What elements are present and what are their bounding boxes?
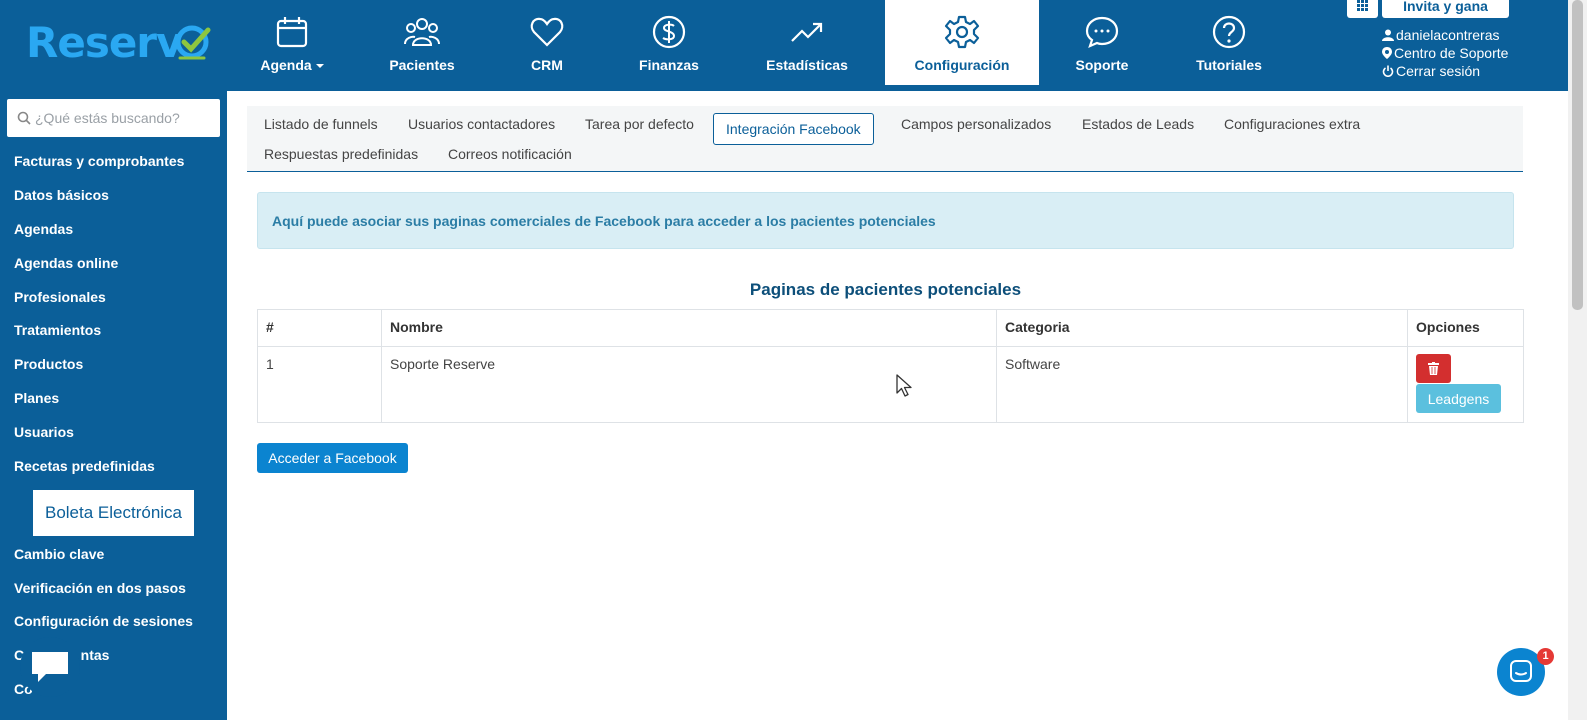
sidebar-item-cuentas-suffix: ntas bbox=[80, 647, 110, 663]
nav-finanzas-label: Finanzas bbox=[639, 57, 699, 73]
users-icon bbox=[404, 18, 440, 46]
mouse-cursor-icon bbox=[896, 374, 912, 397]
chat-widget-button[interactable] bbox=[20, 637, 80, 697]
nav-estadisticas-label: Estadísticas bbox=[766, 57, 848, 73]
table-title: Paginas de pacientes potenciales bbox=[749, 280, 1022, 299]
trend-icon bbox=[791, 22, 823, 42]
user-links: danielacontreras Centro de Soporte Cerra… bbox=[1382, 26, 1508, 80]
scrollbar-thumb[interactable] bbox=[1572, 0, 1583, 310]
top-navbar: Reserv Agenda Pacientes CRM Finanzas Est… bbox=[0, 0, 1568, 91]
tab-campos-personalizados[interactable]: Campos personalizados bbox=[901, 116, 1051, 132]
col-header-num: # bbox=[257, 309, 382, 347]
gear-icon bbox=[944, 15, 980, 49]
logo[interactable]: Reserv bbox=[26, 18, 183, 67]
col-header-nombre: Nombre bbox=[381, 309, 997, 347]
col-header-opciones: Opciones bbox=[1407, 309, 1524, 347]
sidebar-item-facturas[interactable]: Facturas y comprobantes bbox=[14, 153, 184, 169]
sidebar-item-agendas[interactable]: Agendas bbox=[14, 221, 73, 237]
nav-tutoriales[interactable]: Tutoriales bbox=[1154, 0, 1304, 85]
user-link[interactable]: danielacontreras bbox=[1382, 26, 1508, 44]
nav-tutoriales-label: Tutoriales bbox=[1196, 57, 1262, 73]
config-tabs: Listado de funnels Usuarios contactadore… bbox=[247, 106, 1523, 172]
help-icon bbox=[1212, 15, 1246, 49]
nav-configuracion-label: Configuración bbox=[914, 57, 1010, 73]
tab-correos-notificacion[interactable]: Correos notificación bbox=[448, 146, 572, 162]
facebook-access-button[interactable]: Acceder a Facebook bbox=[257, 443, 408, 473]
chat-bubble-icon bbox=[32, 652, 68, 682]
sidebar-item-tratamientos[interactable]: Tratamientos bbox=[14, 322, 101, 338]
sidebar-item-verificacion[interactable]: Verificación en dos pasos bbox=[14, 580, 186, 596]
user-icon bbox=[1382, 29, 1394, 41]
messenger-icon bbox=[1510, 660, 1532, 682]
search-input[interactable] bbox=[35, 99, 215, 137]
tab-usuarios-contactadores[interactable]: Usuarios contactadores bbox=[408, 116, 555, 132]
pages-table: # Nombre Categoria Opciones 1 Soporte Re… bbox=[257, 309, 1524, 423]
support-center-label: Centro de Soporte bbox=[1394, 45, 1509, 61]
logo-check-icon bbox=[175, 25, 211, 60]
calendar-icon bbox=[276, 17, 308, 48]
search-icon bbox=[17, 111, 31, 125]
sidebar-item-cambio-clave[interactable]: Cambio clave bbox=[14, 546, 104, 562]
sidebar-item-planes[interactable]: Planes bbox=[14, 390, 59, 406]
tab-respuestas-predefinidas[interactable]: Respuestas predefinidas bbox=[264, 146, 418, 162]
delete-button[interactable] bbox=[1416, 354, 1451, 383]
tab-integracion-facebook[interactable]: Integración Facebook bbox=[713, 113, 874, 145]
logo-text: Reserv bbox=[26, 18, 183, 67]
sidebar-search bbox=[7, 99, 220, 137]
power-icon bbox=[1382, 65, 1394, 77]
map-marker-icon bbox=[1382, 47, 1392, 59]
heart-icon bbox=[530, 17, 564, 47]
nav-agenda[interactable]: Agenda bbox=[217, 0, 367, 85]
nav-finanzas[interactable]: Finanzas bbox=[594, 0, 744, 85]
table-row: 1 Soporte Reserve Software Leadgens bbox=[257, 346, 1524, 423]
info-alert: Aquí puede asociar sus paginas comercial… bbox=[257, 192, 1514, 249]
sidebar-item-boleta-electronica[interactable]: Boleta Electrónica bbox=[33, 490, 194, 536]
cell-num: 1 bbox=[257, 346, 382, 423]
tab-listado-funnels[interactable]: Listado de funnels bbox=[264, 116, 378, 132]
col-header-categoria: Categoria bbox=[996, 309, 1408, 347]
notification-badge: 1 bbox=[1537, 648, 1554, 665]
sidebar-item-agendas-online[interactable]: Agendas online bbox=[14, 255, 118, 271]
nav-configuracion[interactable]: Configuración bbox=[885, 0, 1039, 85]
tab-estados-leads[interactable]: Estados de Leads bbox=[1082, 116, 1194, 132]
sidebar: Facturas y comprobantes Datos básicos Ag… bbox=[0, 91, 227, 720]
logout-label: Cerrar sesión bbox=[1396, 63, 1481, 79]
dollar-icon bbox=[652, 15, 686, 49]
table-header-row: # Nombre Categoria Opciones bbox=[257, 309, 1524, 347]
leadgens-button[interactable]: Leadgens bbox=[1416, 384, 1501, 413]
sidebar-item-datos-basicos[interactable]: Datos básicos bbox=[14, 187, 109, 203]
trash-icon bbox=[1428, 362, 1439, 375]
grid-icon bbox=[1357, 0, 1368, 11]
sidebar-item-sesiones[interactable]: Configuración de sesiones bbox=[14, 613, 193, 629]
sidebar-item-productos[interactable]: Productos bbox=[14, 356, 83, 372]
sidebar-item-recetas[interactable]: Recetas predefinidas bbox=[14, 458, 155, 474]
invite-button[interactable]: Invita y gana bbox=[1382, 0, 1509, 18]
caret-down-icon bbox=[315, 64, 324, 69]
chat-icon bbox=[1085, 16, 1119, 48]
support-center-link[interactable]: Centro de Soporte bbox=[1382, 44, 1508, 62]
apps-grid-button[interactable] bbox=[1347, 0, 1378, 18]
sidebar-item-usuarios[interactable]: Usuarios bbox=[14, 424, 74, 440]
username: danielacontreras bbox=[1396, 27, 1500, 43]
logout-link[interactable]: Cerrar sesión bbox=[1382, 62, 1508, 80]
nav-estadisticas[interactable]: Estadísticas bbox=[732, 0, 882, 85]
tab-configuraciones-extra[interactable]: Configuraciones extra bbox=[1224, 116, 1360, 132]
tab-tarea-defecto[interactable]: Tarea por defecto bbox=[585, 116, 694, 132]
sidebar-item-profesionales[interactable]: Profesionales bbox=[14, 289, 106, 305]
cell-opciones: Leadgens bbox=[1407, 346, 1524, 423]
cell-categoria: Software bbox=[996, 346, 1408, 423]
nav-agenda-label: Agenda bbox=[260, 57, 312, 73]
